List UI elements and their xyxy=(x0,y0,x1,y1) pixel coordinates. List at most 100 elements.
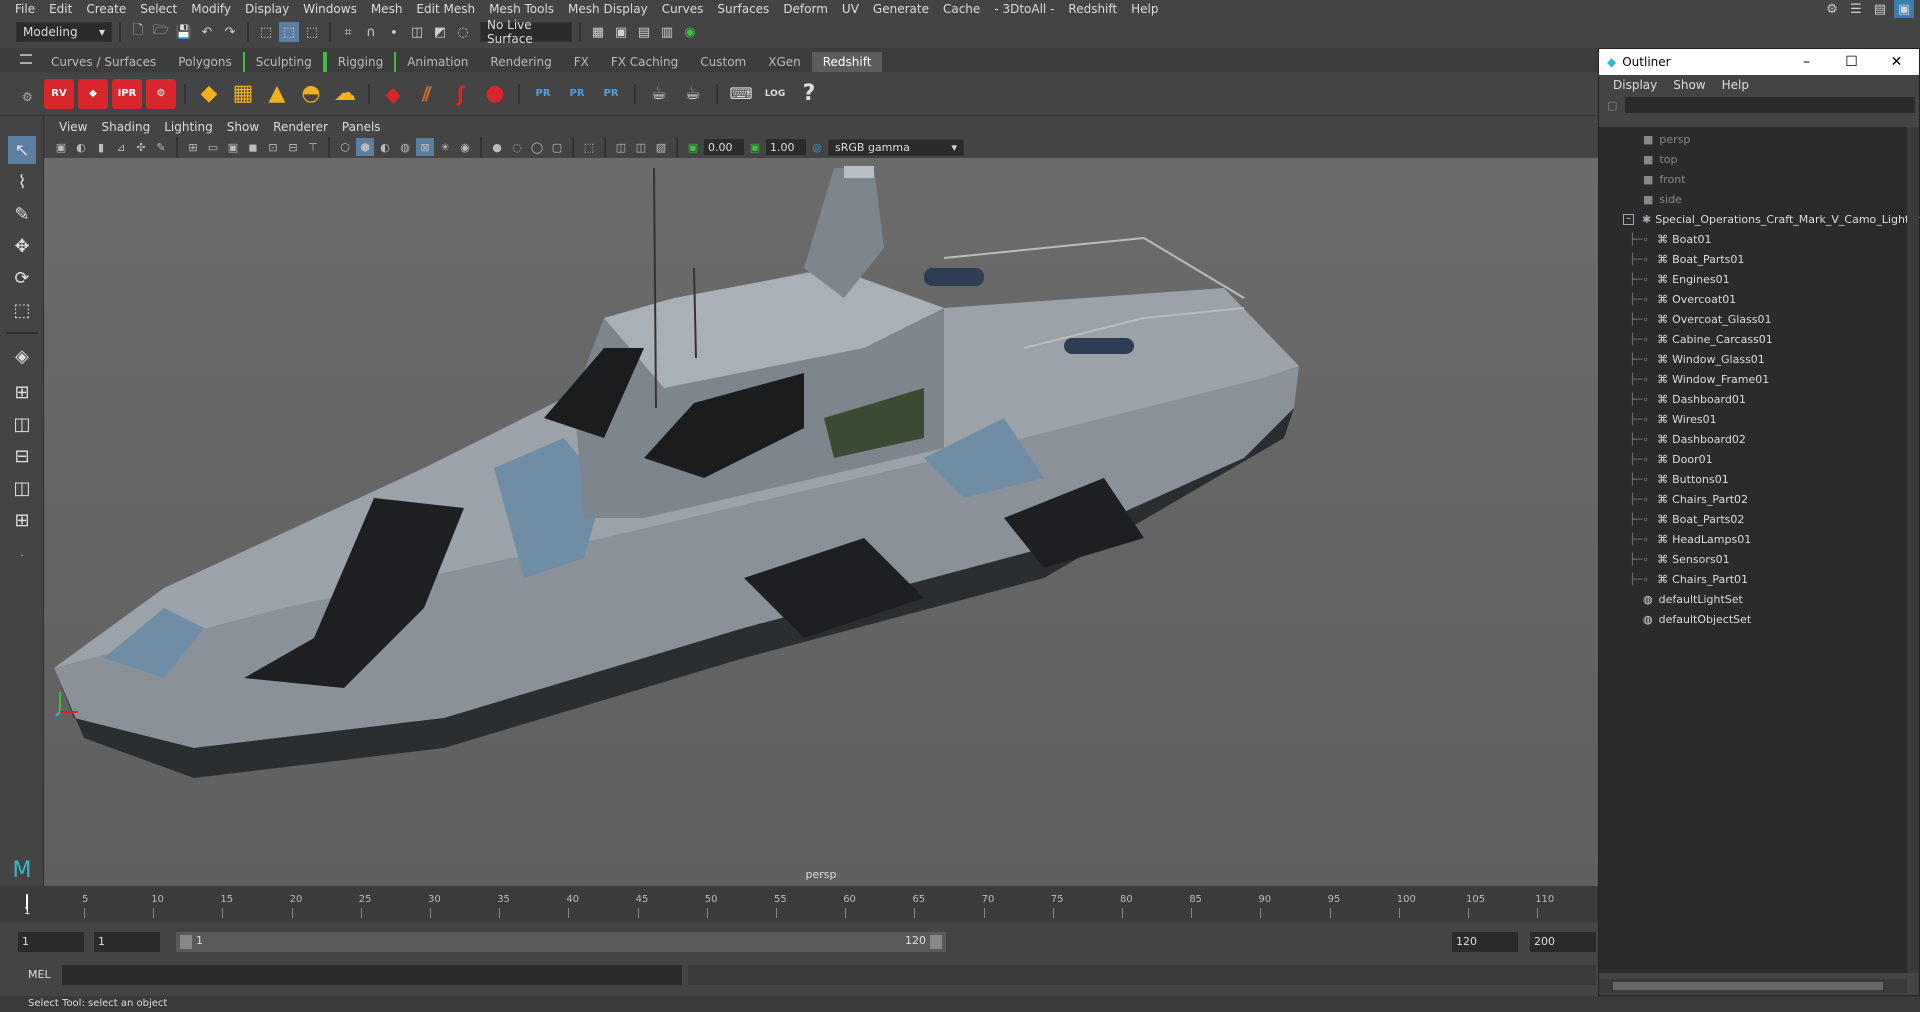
tab-rigging[interactable]: Rigging xyxy=(324,52,397,72)
volume-icon[interactable]: ☕ xyxy=(644,79,674,109)
tab-polygons[interactable]: Polygons xyxy=(167,52,242,72)
outliner-set-object[interactable]: ◍ defaultObjectSet xyxy=(1643,609,1751,629)
select-component-icon[interactable]: ⬚ xyxy=(302,22,322,42)
hypershade-icon[interactable]: ◉ xyxy=(680,22,700,42)
render-settings-icon[interactable]: ▦ xyxy=(588,22,608,42)
backface-icon[interactable]: ▨ xyxy=(652,138,670,156)
snap-point-icon[interactable]: ∙ xyxy=(384,22,404,42)
proxy-import-button[interactable]: PR xyxy=(562,79,592,109)
range-start-handle[interactable] xyxy=(180,935,192,949)
select-object-icon[interactable]: ⬚ xyxy=(279,22,299,42)
menu-modify[interactable]: Modify xyxy=(184,2,238,16)
area-light-icon[interactable]: ◆ xyxy=(194,79,224,109)
scroll-thumb[interactable] xyxy=(1613,982,1883,990)
menu-deform[interactable]: Deform xyxy=(776,2,835,16)
outliner-mesh-item[interactable]: ├─∘ ⌘ Chairs_Part02 xyxy=(1629,489,1748,509)
isolate-select-icon[interactable]: ⬚ xyxy=(580,138,598,156)
outliner-mesh-item[interactable]: ├─∘ ⌘ Overcoat_Glass01 xyxy=(1629,309,1771,329)
outliner-camera-persp[interactable]: ■ persp xyxy=(1643,129,1690,149)
outliner-menu-show[interactable]: Show xyxy=(1665,78,1713,92)
snap-grid-icon[interactable]: ⌗ xyxy=(338,22,358,42)
outliner-mesh-item[interactable]: ├─∘ ⌘ Boat_Parts01 xyxy=(1629,249,1744,269)
layout-outliner-icon[interactable]: ⊟ xyxy=(8,442,36,470)
safe-action-icon[interactable]: ⊟ xyxy=(284,138,302,156)
layout-two-icon[interactable]: ◫ xyxy=(8,410,36,438)
menu-set-dropdown[interactable]: Modeling ▾ xyxy=(16,22,112,42)
snap-curve-icon[interactable]: ∩ xyxy=(361,22,381,42)
menu-curves[interactable]: Curves xyxy=(655,2,711,16)
field-chart-icon[interactable]: ⊡ xyxy=(264,138,282,156)
panel-menu-lighting[interactable]: Lighting xyxy=(157,120,220,134)
tab-animation[interactable]: Animation xyxy=(396,52,479,72)
outliner-menu-display[interactable]: Display xyxy=(1605,78,1665,92)
multisample-icon[interactable]: ◌ xyxy=(508,138,526,156)
ambient-occlusion-icon[interactable]: ◉ xyxy=(456,138,474,156)
safe-title-icon[interactable]: ⊤ xyxy=(304,138,322,156)
menu-3dtoall[interactable]: - 3DtoAll - xyxy=(987,2,1061,16)
panel-menu-shading[interactable]: Shading xyxy=(94,120,157,134)
outliner-mesh-item[interactable]: ├─∘ ⌘ HeadLamps01 xyxy=(1629,529,1751,549)
shadows-icon[interactable]: ☀ xyxy=(436,138,454,156)
render-settings-button[interactable]: ⚙ xyxy=(146,78,176,109)
panel-menu-panels[interactable]: Panels xyxy=(335,120,388,134)
log-button[interactable]: LOG xyxy=(760,79,790,109)
hair-icon[interactable]: ⫽ xyxy=(412,79,442,109)
tab-sculpting[interactable]: Sculpting xyxy=(242,52,325,72)
collapse-icon[interactable]: · xyxy=(8,542,36,570)
rect-light-icon[interactable]: ▦ xyxy=(228,79,258,109)
bookmark-icon[interactable]: ▮ xyxy=(92,138,110,156)
outliner-camera-front[interactable]: ■ front xyxy=(1643,169,1686,189)
outliner-mesh-item[interactable]: ├─∘ ⌘ Window_Frame01 xyxy=(1629,369,1769,389)
proxy-swap-button[interactable]: PR xyxy=(596,79,626,109)
sun-light-icon[interactable]: ☁ xyxy=(330,79,360,109)
layout-graph-icon[interactable]: ◫ xyxy=(8,474,36,502)
tab-rendering[interactable]: Rendering xyxy=(479,52,562,72)
panel-menu-renderer[interactable]: Renderer xyxy=(266,120,335,134)
save-scene-icon[interactable]: 💾 xyxy=(174,22,194,42)
view-transform-dropdown[interactable]: sRGB gamma ▾ xyxy=(828,138,964,156)
menu-windows[interactable]: Windows xyxy=(296,2,364,16)
textured-icon[interactable]: ◍ xyxy=(396,138,414,156)
menu-uv[interactable]: UV xyxy=(835,2,866,16)
grease-pencil-icon[interactable]: ✎ xyxy=(152,138,170,156)
panel-menu-view[interactable]: View xyxy=(52,120,94,134)
tab-fx[interactable]: FX xyxy=(563,52,600,72)
ipr-render-icon[interactable]: ▤ xyxy=(634,22,654,42)
outliner-mesh-item[interactable]: ├─∘ ⌘ Engines01 xyxy=(1629,269,1730,289)
motion-blur-icon[interactable]: ● xyxy=(488,138,506,156)
lasso-tool-icon[interactable]: ⌇ xyxy=(8,168,36,196)
outliner-camera-top[interactable]: ■ top xyxy=(1643,149,1677,169)
outliner-mesh-item[interactable]: ├─∘ ⌘ Window_Glass01 xyxy=(1629,349,1765,369)
filter-icon[interactable]: ▢ xyxy=(1607,99,1617,112)
menu-create[interactable]: Create xyxy=(79,2,133,16)
current-frame-field[interactable]: 1 xyxy=(94,932,160,952)
panel-menu-show[interactable]: Show xyxy=(220,120,266,134)
menu-mesh-tools[interactable]: Mesh Tools xyxy=(482,2,561,16)
boat-model[interactable] xyxy=(44,158,1598,886)
outliner-mesh-item[interactable]: ├─∘ ⌘ Dashboard01 xyxy=(1629,389,1746,409)
xray-joints-icon[interactable]: ◫ xyxy=(612,138,630,156)
material-icon[interactable]: ◆ xyxy=(378,79,408,109)
outliner-mesh-item[interactable]: ├─∘ ⌘ Wires01 xyxy=(1629,409,1717,429)
outliner-mesh-item[interactable]: ├─∘ ⌘ Overcoat01 xyxy=(1629,289,1736,309)
use-all-lights-icon[interactable]: ⊠ xyxy=(416,138,434,156)
depth-of-field-icon[interactable]: ◯ xyxy=(528,138,546,156)
wireframe-on-shaded-icon[interactable]: ◐ xyxy=(376,138,394,156)
outliner-mesh-item[interactable]: ├─∘ ⌘ Boat_Parts02 xyxy=(1629,509,1744,529)
layout-four-icon[interactable]: ⊞ xyxy=(8,378,36,406)
outliner-mesh-item[interactable]: ├─∘ ⌘ Buttons01 xyxy=(1629,469,1729,489)
environment-icon[interactable]: ☕ xyxy=(678,79,708,109)
grid-icon[interactable]: ⊞ xyxy=(184,138,202,156)
tab-curves-surfaces[interactable]: Curves / Surfaces xyxy=(40,52,167,72)
tool-settings-icon[interactable]: ▣ xyxy=(1894,0,1914,19)
color-management-icon[interactable]: ◎ xyxy=(808,138,826,156)
render-frame-icon[interactable]: ▣ xyxy=(611,22,631,42)
camera-attributes-icon[interactable]: ◐ xyxy=(72,138,90,156)
layout-single-icon[interactable]: ◈ xyxy=(8,342,36,370)
dome-light-icon[interactable]: ◓ xyxy=(296,79,326,109)
outliner-set-light[interactable]: ◍ defaultLightSet xyxy=(1643,589,1743,609)
render-view-button[interactable]: RV xyxy=(44,78,74,109)
outliner-vertical-scrollbar[interactable] xyxy=(1907,127,1919,973)
command-input[interactable] xyxy=(62,965,682,985)
range-bar[interactable]: 1 120 xyxy=(176,932,946,952)
